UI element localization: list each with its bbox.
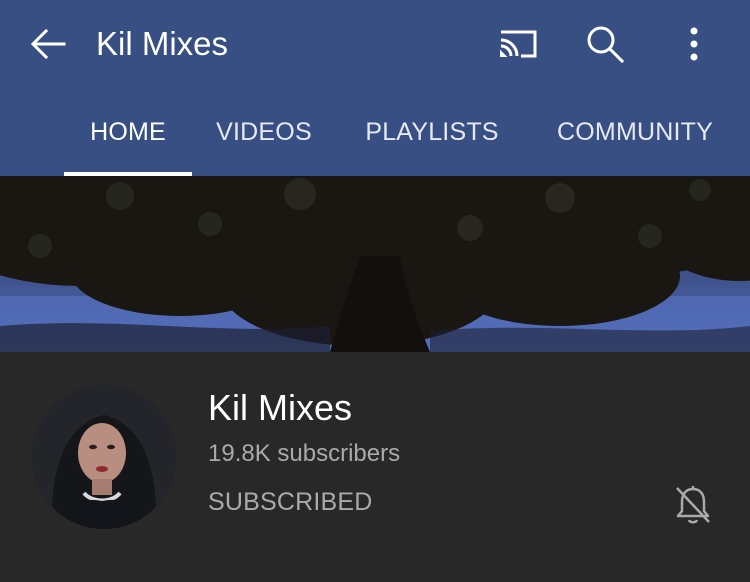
app-bar-title: Kil Mixes bbox=[96, 25, 229, 62]
channel-banner bbox=[0, 176, 750, 352]
channel-page: Kil Mixes HOME VIDEOS PLAYLISTS COMMUNIT… bbox=[0, 0, 750, 582]
notification-button[interactable] bbox=[668, 480, 718, 530]
back-button[interactable] bbox=[20, 16, 76, 72]
tab-videos[interactable]: VIDEOS bbox=[205, 100, 323, 176]
cast-icon bbox=[500, 30, 537, 58]
subscribed-button[interactable]: SUBSCRIBED bbox=[208, 485, 373, 519]
app-bar: Kil Mixes HOME VIDEOS PLAYLISTS COMMUNIT… bbox=[0, 0, 750, 176]
channel-avatar[interactable] bbox=[32, 385, 176, 529]
tab-community[interactable]: COMMUNITY bbox=[540, 100, 730, 176]
more-vert-icon bbox=[690, 27, 698, 61]
bell-off-icon bbox=[676, 486, 710, 524]
search-icon bbox=[587, 26, 625, 64]
channel-tabs: HOME VIDEOS PLAYLISTS COMMUNITY bbox=[0, 100, 750, 176]
subscriber-count: 19.8K subscribers bbox=[208, 440, 401, 467]
tab-playlists[interactable]: PLAYLISTS bbox=[352, 100, 512, 176]
back-arrow-icon bbox=[30, 28, 66, 60]
cast-button[interactable] bbox=[489, 16, 545, 72]
search-button[interactable] bbox=[577, 16, 633, 72]
channel-name: Kil Mixes bbox=[208, 387, 353, 428]
banner-image bbox=[0, 176, 750, 352]
avatar-image bbox=[32, 385, 176, 529]
tab-home[interactable]: HOME bbox=[64, 100, 192, 176]
channel-info: Kil Mixes 19.8K subscribers SUBSCRIBED bbox=[0, 352, 750, 582]
more-options-button[interactable] bbox=[666, 16, 722, 72]
